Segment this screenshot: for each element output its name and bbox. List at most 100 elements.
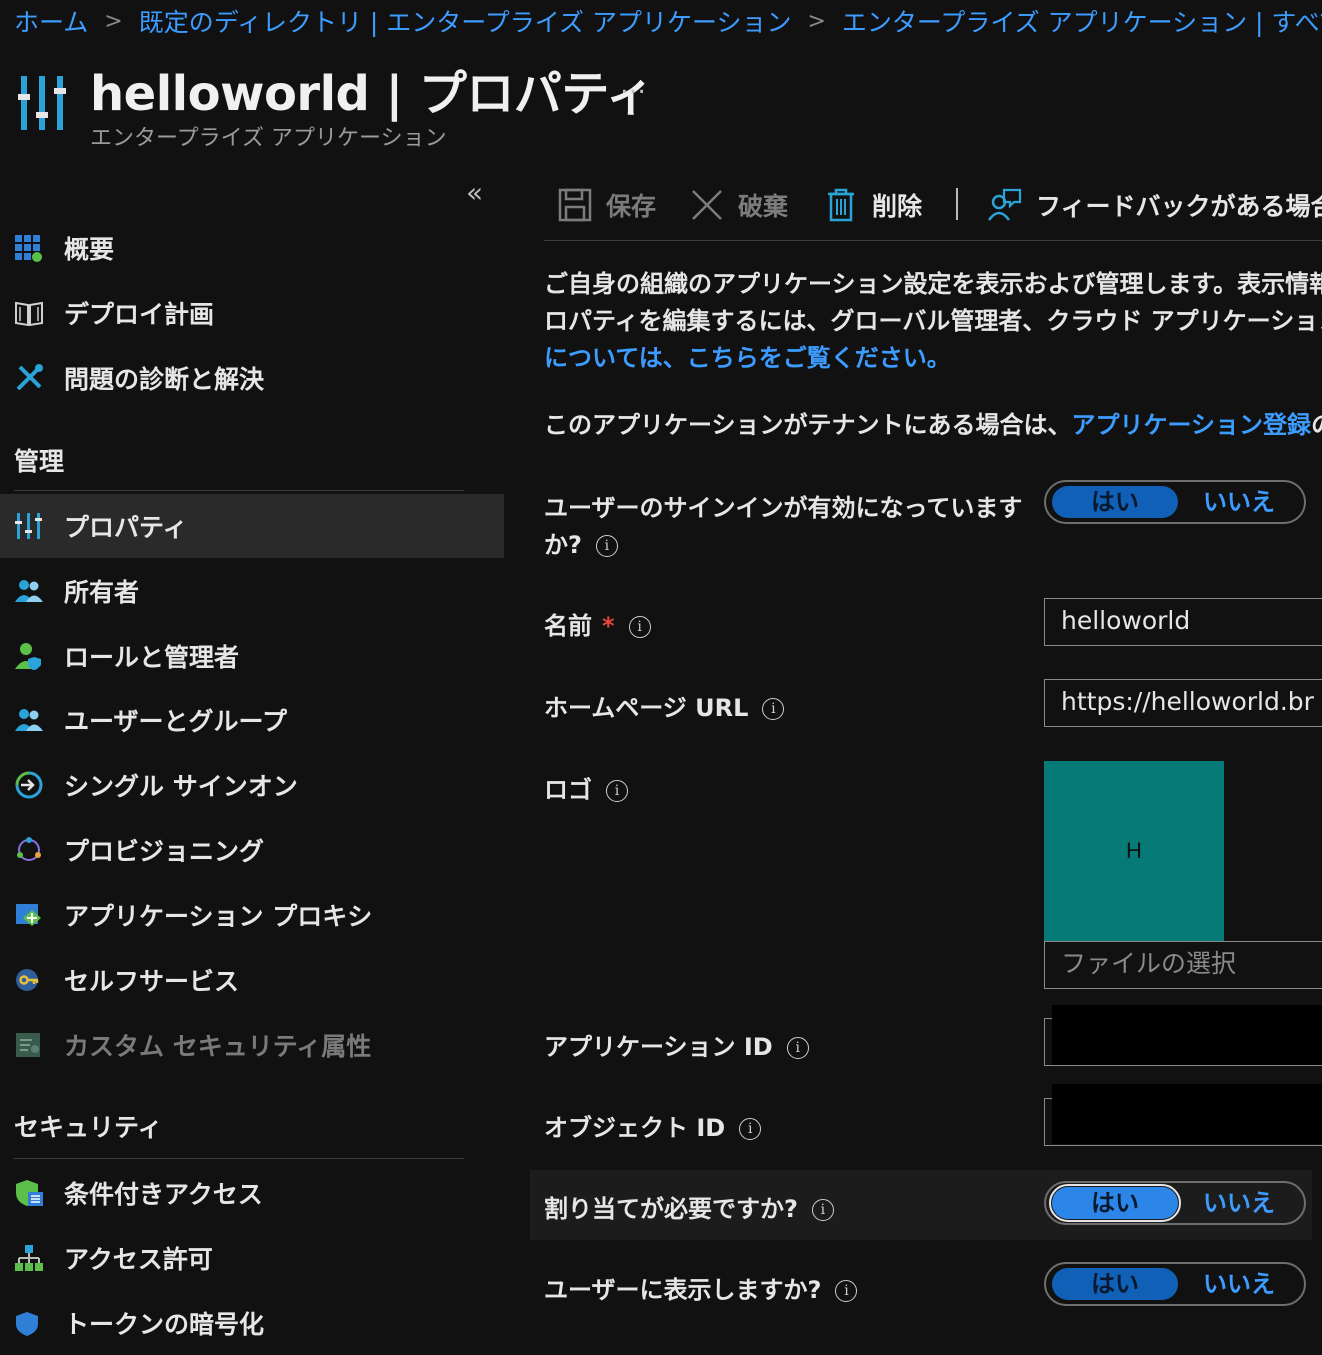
name-label-text: 名前	[544, 612, 592, 640]
delete-button[interactable]: 削除	[824, 180, 922, 230]
sidebar-item-permissions[interactable]: アクセス許可	[0, 1226, 504, 1290]
feedback-person-icon	[988, 188, 1022, 221]
users-groups-icon	[15, 709, 43, 731]
provisioning-icon	[17, 837, 41, 861]
sign-in-enabled-no[interactable]: いいえ	[1176, 486, 1302, 518]
redaction-block	[1052, 1005, 1322, 1065]
properties-sliders-icon	[18, 76, 66, 130]
visible-to-users-yes[interactable]: はい	[1052, 1268, 1178, 1300]
token-encryption-icon	[16, 1312, 38, 1336]
description-line: ご自身の組織のアプリケーション設定を表示および管理します。表示情報	[544, 270, 1322, 298]
description-text: このアプリケーションがテナントにある場合は、	[544, 411, 1072, 439]
discard-label: 破棄	[738, 192, 789, 221]
section-title-security: セキュリティ	[14, 1113, 163, 1142]
info-icon[interactable]: i	[606, 780, 628, 802]
sidebar-item-label: ユーザーとグループ	[64, 707, 288, 736]
logo-letter: H	[1126, 838, 1142, 863]
logo-label: ロゴ i	[544, 770, 628, 805]
logo-file-select[interactable]: ファイルの選択	[1044, 941, 1322, 989]
sign-in-enabled-label-cont: か?	[544, 531, 582, 559]
sidebar-item-self-service[interactable]: セルフサービス	[0, 948, 504, 1012]
name-input[interactable]: helloworld	[1044, 598, 1322, 646]
sign-in-enabled-yes[interactable]: はい	[1052, 486, 1178, 518]
sidebar-item-label: プロパティ	[64, 513, 188, 542]
required-asterisk: *	[602, 612, 615, 640]
custom-attributes-icon	[16, 1033, 40, 1057]
sidebar-item-overview[interactable]: 概要	[0, 216, 504, 280]
assignment-required-label-text: 割り当てが必要ですか?	[544, 1195, 798, 1223]
sidebar-item-roles[interactable]: ロールと管理者	[0, 624, 504, 688]
sidebar-item-token-encryption[interactable]: トークンの暗号化	[0, 1291, 504, 1355]
visible-to-users-no[interactable]: いいえ	[1176, 1268, 1302, 1300]
info-icon[interactable]: i	[739, 1118, 762, 1140]
info-icon[interactable]: i	[762, 698, 785, 720]
section-title-manage: 管理	[14, 447, 65, 476]
description-line: ロパティを編集するには、グローバル管理者、クラウド アプリケーション管	[544, 307, 1322, 335]
command-toolbar: 保存 破棄 削除 フィードバックがある場合	[544, 180, 1322, 230]
sidebar-item-owners[interactable]: 所有者	[0, 559, 504, 623]
assignment-required-no[interactable]: いいえ	[1176, 1187, 1302, 1219]
discard-button[interactable]: 破棄	[690, 180, 788, 230]
info-icon[interactable]: i	[811, 1199, 834, 1221]
sidebar-item-diagnose[interactable]: 問題の診断と解決	[0, 346, 504, 410]
app-registration-link[interactable]: アプリケーション登録	[1072, 411, 1312, 439]
single-sign-on-icon	[15, 771, 43, 799]
sidebar-item-users-groups[interactable]: ユーザーとグループ	[0, 688, 504, 752]
conditional-access-shield-icon	[16, 1180, 43, 1206]
wrench-icon	[16, 364, 43, 391]
sign-in-enabled-label: ユーザーのサインインが有効になっています	[544, 494, 1023, 522]
breadcrumb-enterprise-apps[interactable]: エンタープライズ アプリケーション | すべての	[842, 3, 1322, 39]
sidebar-item-provisioning[interactable]: プロビジョニング	[0, 818, 504, 882]
feedback-button[interactable]: フィードバックがある場合	[988, 180, 1322, 230]
app-logo-preview: H	[1044, 761, 1224, 941]
sidebar-item-label: プロビジョニング	[64, 837, 265, 866]
sign-in-enabled-toggle: はい いいえ	[1044, 480, 1306, 524]
sidebar-item-app-proxy[interactable]: アプリケーション プロキシ	[0, 883, 504, 947]
sign-in-enabled-label: か? i	[544, 525, 618, 560]
sidebar-item-label: セルフサービス	[64, 967, 240, 996]
info-icon[interactable]: i	[595, 535, 618, 557]
section-divider	[14, 490, 464, 491]
application-id-label: アプリケーション ID i	[544, 1027, 809, 1062]
delete-label: 削除	[872, 192, 923, 221]
page-subtitle: エンタープライズ アプリケーション	[90, 126, 447, 151]
sidebar-item-label: カスタム セキュリティ属性	[64, 1032, 372, 1061]
collapse-sidebar-button[interactable]: «	[466, 176, 483, 209]
sidebar-item-label: トークンの暗号化	[64, 1310, 265, 1339]
breadcrumb: ホーム > 既定のディレクトリ | エンタープライズ アプリケーション > エン…	[14, 4, 1322, 38]
save-button[interactable]: 保存	[558, 180, 656, 230]
assignment-required-toggle: はい いいえ	[1044, 1181, 1306, 1225]
overview-grid-icon	[15, 235, 42, 262]
breadcrumb-home[interactable]: ホーム	[14, 3, 88, 39]
learn-more-link[interactable]: については、こちらをご覧ください。	[544, 344, 951, 372]
sidebar-item-label: シングル サインオン	[64, 772, 298, 801]
sidebar-item-label: ロールと管理者	[64, 643, 240, 672]
breadcrumb-directory[interactable]: 既定のディレクトリ | エンタープライズ アプリケーション	[139, 3, 792, 39]
sidebar-item-single-sign-on[interactable]: シングル サインオン	[0, 753, 504, 817]
logo-label-text: ロゴ	[544, 776, 592, 804]
sidebar-item-properties[interactable]: プロパティ	[0, 494, 504, 558]
page-title: helloworld | プロパティ	[90, 66, 654, 122]
sidebar-item-label: 所有者	[64, 578, 140, 607]
object-id-label: オブジェクト ID i	[544, 1108, 762, 1143]
close-icon	[692, 190, 722, 220]
homepage-url-input[interactable]: https://helloworld.br	[1044, 679, 1322, 727]
owners-people-icon	[15, 580, 43, 602]
breadcrumb-separator: >	[807, 8, 826, 34]
info-icon[interactable]: i	[786, 1037, 809, 1059]
assignment-required-yes[interactable]: はい	[1049, 1184, 1181, 1222]
homepage-url-label-text: ホームページ URL	[544, 694, 749, 722]
info-icon[interactable]: i	[835, 1280, 858, 1302]
app-proxy-icon	[16, 904, 41, 926]
properties-sliders-icon	[15, 513, 42, 539]
save-icon	[558, 188, 592, 222]
sidebar-item-label: アクセス許可	[64, 1245, 213, 1274]
description-text: の追加	[1311, 411, 1322, 439]
info-icon[interactable]: i	[628, 616, 651, 638]
sidebar-item-label: 問題の診断と解決	[64, 365, 265, 394]
sidebar-item-conditional-access[interactable]: 条件付きアクセス	[0, 1161, 504, 1225]
more-options-button[interactable]: …	[620, 70, 648, 100]
sidebar-item-custom-attributes[interactable]: カスタム セキュリティ属性	[0, 1013, 504, 1077]
application-id-label-text: アプリケーション ID	[544, 1033, 773, 1061]
sidebar-item-deploy-plan[interactable]: デプロイ計画	[0, 281, 504, 345]
